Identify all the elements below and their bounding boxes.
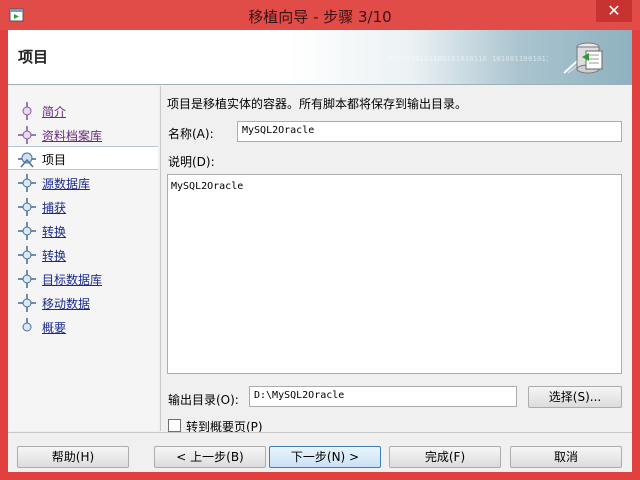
sidebar-item-label: 简介 [42,105,67,119]
name-field[interactable]: MySQL2Oracle [237,121,622,142]
header-binary-decoration: 0101010101100101010110 1010011001011010 … [388,55,548,63]
step-header: 项目 0101010101100101010110 10100110010110… [8,30,632,85]
goto-summary-checkbox[interactable] [168,419,181,432]
sidebar-item-intro[interactable]: 简介 [8,99,158,123]
sidebar-item-label: 目标数据库 [42,273,103,287]
step-pending-icon [18,222,36,240]
sidebar-item-capture[interactable]: 捕获 [8,195,158,219]
wizard-window: 移植向导 - 步骤 3/10 ✕ 项目 01010101011001010101… [0,0,640,480]
step-pending-icon [18,246,36,264]
next-button[interactable]: 下一步(N) > [269,446,381,468]
cancel-button[interactable]: 取消 [510,446,622,468]
help-button[interactable]: 帮助(H) [17,446,129,468]
close-button[interactable]: ✕ [596,0,632,22]
output-dir-field[interactable]: D:\MySQL2Oracle [249,386,517,407]
sidebar-item-label: 移动数据 [42,297,91,311]
sidebar-item-label: 源数据库 [42,177,91,191]
step-description: 项目是移植实体的容器。所有脚本都将保存到输出目录。 [167,97,468,111]
step-current-icon [18,152,36,168]
back-button[interactable]: < 上一步(B) [154,446,266,468]
wizard-client-area: 项目 0101010101100101010110 10100110010110… [8,30,632,472]
close-icon: ✕ [607,1,621,20]
sidebar-item-label: 捕获 [42,201,67,215]
step-pending-icon [18,270,36,288]
step-visited-icon [18,126,36,144]
sidebar-item-label: 转换 [42,249,67,263]
step-pending-icon [18,294,36,312]
sidebar-item-move-data[interactable]: 移动数据 [8,291,158,315]
sidebar-item-source-database[interactable]: 源数据库 [8,171,158,195]
title-bar[interactable]: 移植向导 - 步骤 3/10 ✕ [0,0,640,30]
window-title: 移植向导 - 步骤 3/10 [248,8,392,26]
page-title: 项目 [18,48,49,66]
database-migration-icon [563,42,603,74]
wizard-steps-sidebar: 简介 资料档案库 项目 源数据库 捕获 转换 转换 目标数据库 移动数据 概要 [8,86,158,431]
choose-button[interactable]: 选择(S)... [528,386,622,408]
step-pending-icon [22,318,32,332]
sidebar-item-project[interactable]: 项目 [8,146,158,170]
sidebar-item-repository[interactable]: 资料档案库 [8,123,158,147]
description-label: 说明(D): [168,155,215,169]
sidebar-item-label: 概要 [42,321,67,335]
step-visited-icon [22,102,32,120]
project-form: 项目是移植实体的容器。所有脚本都将保存到输出目录。 名称(A): MySQL2O… [161,86,632,434]
sidebar-item-summary[interactable]: 概要 [8,315,158,339]
step-pending-icon [18,174,36,192]
sidebar-item-label: 转换 [42,225,67,239]
footer-divider [8,432,632,433]
step-pending-icon [18,198,36,216]
sidebar-item-convert-2[interactable]: 转换 [8,243,158,267]
sidebar-item-label: 资料档案库 [42,129,103,143]
sidebar-item-label: 项目 [42,153,67,167]
name-label: 名称(A): [168,127,214,141]
sidebar-item-target-database[interactable]: 目标数据库 [8,267,158,291]
description-textarea[interactable]: MySQL2Oracle [167,174,622,374]
sidebar-item-convert-1[interactable]: 转换 [8,219,158,243]
finish-button[interactable]: 完成(F) [389,446,501,468]
output-dir-label: 输出目录(O): [168,393,239,407]
